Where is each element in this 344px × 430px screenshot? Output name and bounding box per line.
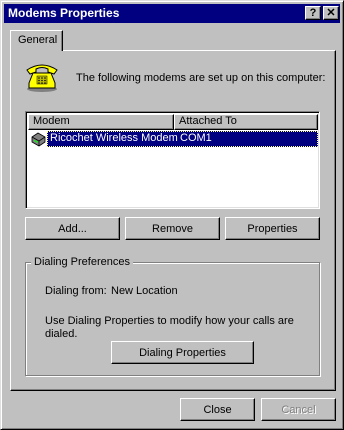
- window-title: Modems Properties: [8, 6, 120, 20]
- attached-to-cell: COM1: [180, 132, 212, 144]
- close-window-button[interactable]: ✕: [323, 6, 339, 20]
- remove-button[interactable]: Remove: [125, 217, 220, 240]
- dialing-preferences-label: Dialing Preferences: [31, 256, 133, 268]
- help-button[interactable]: ?: [305, 6, 321, 20]
- close-button[interactable]: Close: [180, 398, 255, 421]
- tab-general-label: General: [18, 34, 58, 46]
- modem-name-cell: Ricochet Wireless Modem: [50, 132, 178, 144]
- modems-properties-dialog: Modems Properties ? ✕ General The follow…: [0, 0, 344, 430]
- dialing-from-value: New Location: [111, 285, 178, 297]
- tab-general[interactable]: General: [10, 30, 63, 51]
- modem-list[interactable]: Modem Attached To Ricochet Wireless Mode…: [25, 111, 320, 209]
- add-button[interactable]: Add...: [25, 217, 120, 240]
- column-header-attached-to[interactable]: Attached To: [174, 114, 318, 130]
- list-item[interactable]: Ricochet Wireless Modem COM1: [28, 131, 318, 147]
- phone-icon: [26, 64, 58, 92]
- dialing-properties-button[interactable]: Dialing Properties: [111, 341, 254, 364]
- intro-text: The following modems are set up on this …: [76, 72, 326, 84]
- modem-icon: [31, 132, 46, 147]
- title-bar[interactable]: Modems Properties ? ✕: [4, 4, 340, 23]
- dialing-from-label: Dialing from:: [45, 285, 107, 297]
- dialing-info-text: Use Dialing Properties to modify how you…: [45, 315, 294, 340]
- properties-button[interactable]: Properties: [225, 217, 320, 240]
- column-header-modem[interactable]: Modem: [28, 114, 174, 130]
- cancel-button[interactable]: Cancel: [261, 398, 336, 421]
